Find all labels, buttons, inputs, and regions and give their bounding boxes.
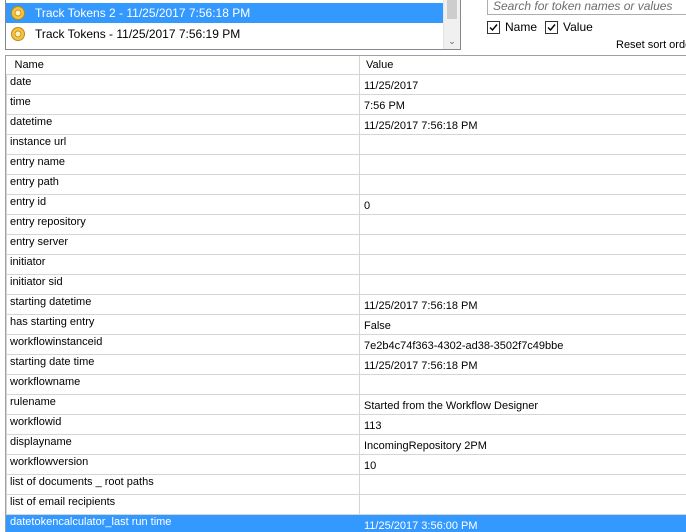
table-row[interactable]: entry repository [6, 213, 686, 235]
token-icon [10, 26, 26, 42]
token-name-cell[interactable]: entry name [6, 153, 360, 175]
search-filters: Name Value [487, 20, 601, 34]
token-search-input[interactable] [487, 0, 686, 15]
table-row[interactable]: workflowname [6, 373, 686, 395]
checkbox-check-icon[interactable] [487, 20, 500, 34]
track-label: Track Tokens - 11/25/2017 7:56:19 PM [35, 27, 241, 41]
table-row[interactable]: entry name [6, 153, 686, 175]
token-tracker-window: Track Tokens 2 - 11/25/2017 7:56:18 PM T… [0, 0, 686, 532]
table-row[interactable]: starting date time 11/25/2017 7:56:18 PM [6, 353, 686, 375]
token-value-cell[interactable]: 10 [359, 453, 686, 475]
table-row[interactable]: initiator [6, 253, 686, 275]
token-name-cell[interactable]: workflowinstanceid [6, 333, 360, 355]
token-name-cell[interactable]: initiator sid [6, 273, 360, 295]
token-value-cell[interactable]: False [359, 313, 686, 335]
token-value-cell[interactable]: 7e2b4c74f363-4302-ad38-3502f7c49bbe [359, 333, 686, 355]
table-row[interactable]: entry path [6, 173, 686, 195]
token-value-cell[interactable]: 7:56 PM [359, 93, 686, 115]
token-value-cell[interactable] [359, 493, 686, 515]
token-grid: Name Value date 11/25/2017 time 7:56 PM date… [5, 55, 686, 532]
table-row[interactable]: workflowid 113 [6, 413, 686, 435]
token-value-cell[interactable]: 113 [359, 413, 686, 435]
token-name-cell[interactable]: displayname [6, 433, 360, 455]
token-name-cell[interactable]: workflowversion [6, 453, 360, 475]
table-row[interactable]: starting datetime 11/25/2017 7:56:18 PM [6, 293, 686, 315]
table-row[interactable]: entry id 0 [6, 193, 686, 215]
token-name-cell[interactable]: instance url [6, 133, 360, 155]
table-row[interactable]: instance url [6, 133, 686, 155]
name-filter-label: Name [505, 20, 538, 34]
table-row[interactable]: initiator sid [6, 273, 686, 295]
token-table: Name Value date 11/25/2017 time 7:56 PM date… [6, 56, 686, 532]
track-list-item[interactable]: Track Tokens 2 - 11/25/2017 7:56:18 PM [6, 3, 444, 23]
token-value-cell[interactable] [359, 133, 686, 155]
token-name-cell[interactable]: date [6, 73, 360, 95]
value-filter-label: Value [563, 20, 593, 34]
value-filter-checkbox[interactable]: Value [545, 20, 593, 34]
token-value-cell[interactable]: 11/25/2017 3:56:00 PM [359, 513, 686, 532]
table-row[interactable]: date 11/25/2017 [6, 73, 686, 95]
token-value-cell[interactable]: 11/25/2017 7:56:18 PM [359, 293, 686, 315]
table-row[interactable]: has starting entry False [6, 313, 686, 335]
chevron-down-icon[interactable]: ⌄ [444, 35, 460, 47]
token-name-cell[interactable]: entry id [6, 193, 360, 215]
track-list-scrollbar[interactable]: ⌄ [443, 0, 460, 49]
token-name-cell[interactable]: starting datetime [6, 293, 360, 315]
table-row[interactable]: datetime 11/25/2017 7:56:18 PM [6, 113, 686, 135]
token-name-cell[interactable]: rulename [6, 393, 360, 415]
column-header-name[interactable]: Name [6, 56, 360, 75]
token-value-cell[interactable] [359, 373, 686, 395]
token-icon [10, 5, 26, 21]
token-value-cell[interactable]: 0 [359, 193, 686, 215]
token-value-cell[interactable]: 11/25/2017 7:56:18 PM [359, 113, 686, 135]
token-name-cell[interactable]: workflowname [6, 373, 360, 395]
reset-sort-order-button[interactable]: Reset sort orde [616, 39, 686, 51]
token-value-cell[interactable]: IncomingRepository 2PM [359, 433, 686, 455]
token-name-cell[interactable]: time [6, 93, 360, 115]
token-value-cell[interactable] [359, 253, 686, 275]
token-value-cell[interactable]: Started from the Workflow Designer [359, 393, 686, 415]
track-list[interactable]: Track Tokens 2 - 11/25/2017 7:56:18 PM T… [5, 0, 461, 50]
track-list-item[interactable]: Track Tokens - 11/25/2017 7:56:19 PM [6, 24, 444, 44]
token-value-cell[interactable] [359, 473, 686, 495]
name-filter-checkbox[interactable]: Name [487, 20, 537, 34]
token-name-cell[interactable]: datetokencalculator_last run time [6, 513, 360, 532]
token-value-cell[interactable] [359, 233, 686, 255]
scrollbar-thumb[interactable] [447, 0, 457, 19]
token-name-cell[interactable]: has starting entry [6, 313, 360, 335]
token-name-cell[interactable]: entry server [6, 233, 360, 255]
track-label: Track Tokens 2 - 11/25/2017 7:56:18 PM [35, 6, 251, 20]
token-value-cell[interactable] [359, 273, 686, 295]
token-name-cell[interactable]: entry repository [6, 213, 360, 235]
table-row[interactable]: workflowversion 10 [6, 453, 686, 475]
token-value-cell[interactable] [359, 153, 686, 175]
token-name-cell[interactable]: starting date time [6, 353, 360, 375]
checkbox-check-icon[interactable] [545, 20, 559, 34]
table-row[interactable]: time 7:56 PM [6, 93, 686, 115]
column-header-value[interactable]: Value [359, 56, 686, 75]
token-name-cell[interactable]: list of email recipients [6, 493, 360, 515]
token-value-cell[interactable] [359, 173, 686, 195]
table-row[interactable]: datetokencalculator_last run time 11/25/2… [6, 513, 686, 532]
table-header-row: Name Value [6, 56, 686, 75]
token-value-cell[interactable] [359, 213, 686, 235]
token-name-cell[interactable]: datetime [6, 113, 360, 135]
token-value-cell[interactable]: 11/25/2017 7:56:18 PM [359, 353, 686, 375]
table-row[interactable]: list of email recipients [6, 493, 686, 515]
token-table-body: date 11/25/2017 time 7:56 PM datetime 11/25/2… [6, 73, 686, 532]
token-name-cell[interactable]: list of documents _ root paths [6, 473, 360, 495]
token-name-cell[interactable]: entry path [6, 173, 360, 195]
token-value-cell[interactable]: 11/25/2017 [359, 73, 686, 95]
token-name-cell[interactable]: initiator [6, 253, 360, 275]
table-row[interactable]: displayname IncomingRepository 2PM [6, 433, 686, 455]
table-row[interactable]: list of documents _ root paths [6, 473, 686, 495]
table-row[interactable]: entry server [6, 233, 686, 255]
table-row[interactable]: workflowinstanceid 7e2b4c74f363-4302-ad38… [6, 333, 686, 355]
table-row[interactable]: rulename Started from the Workflow Design… [6, 393, 686, 415]
token-name-cell[interactable]: workflowid [6, 413, 360, 435]
